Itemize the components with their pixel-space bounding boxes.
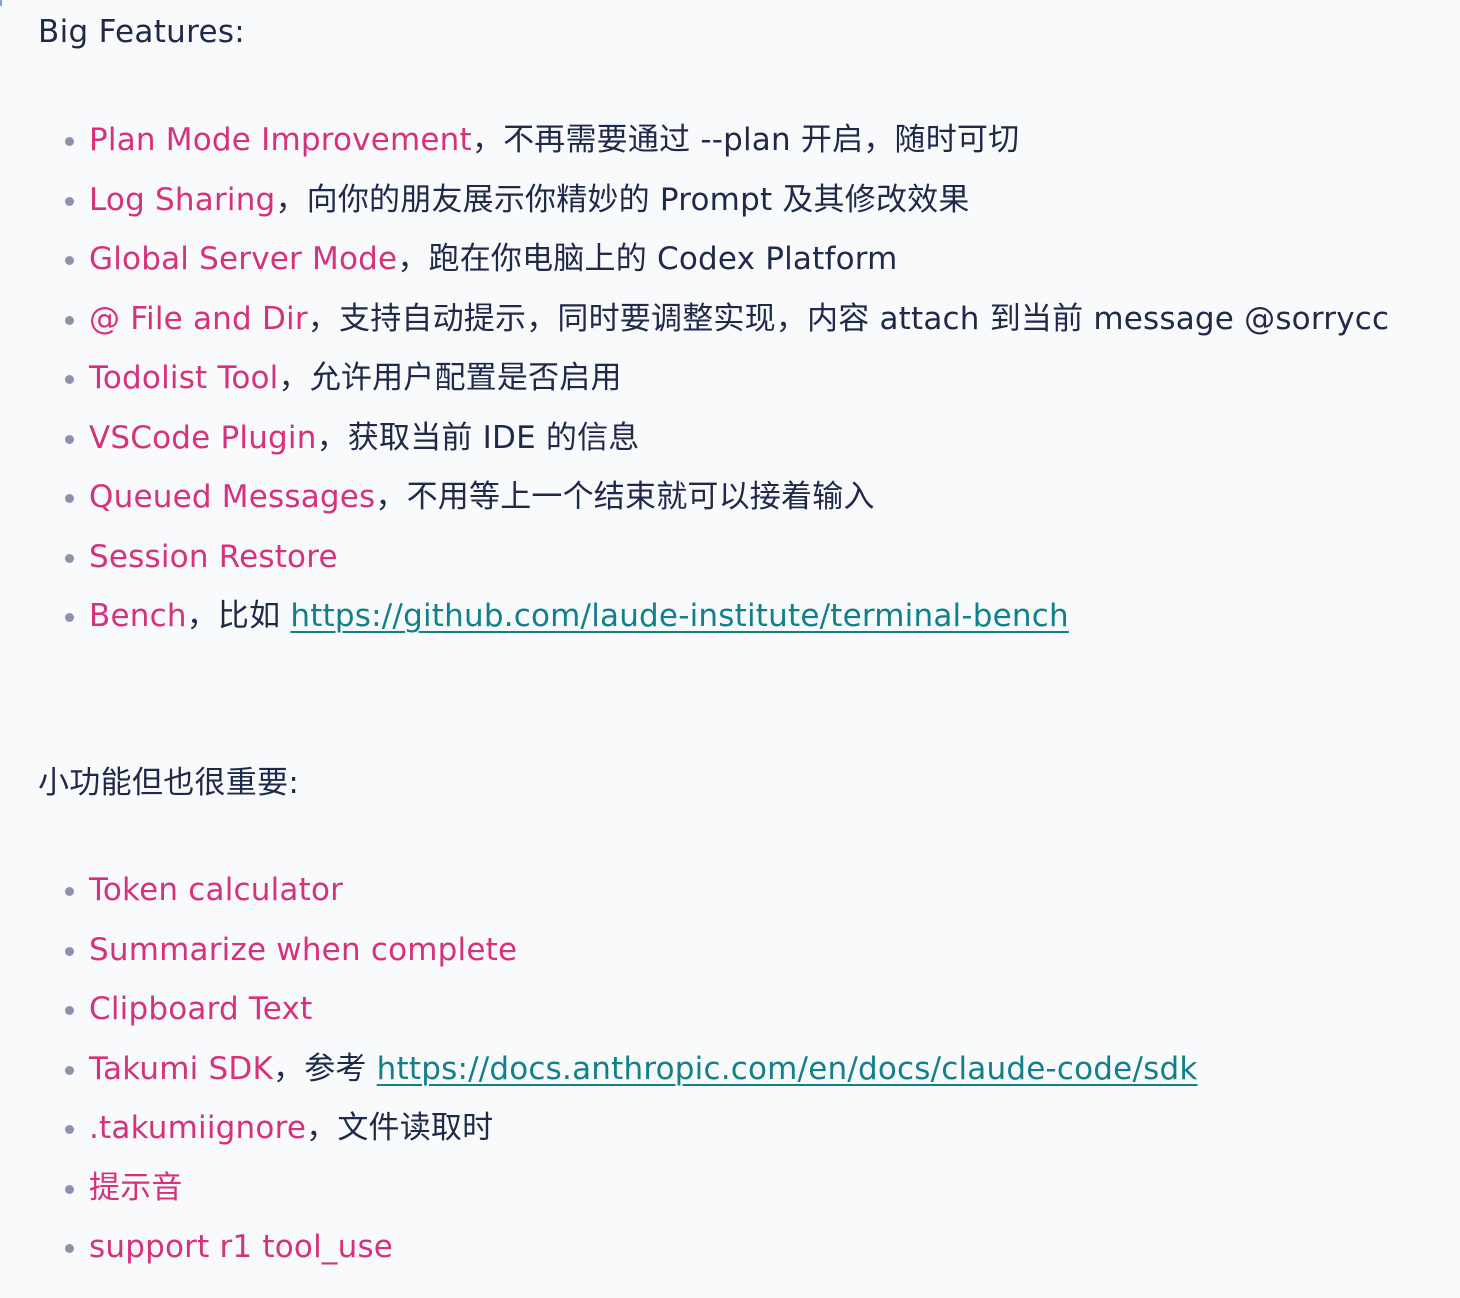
small-features-list: Token calculator Summarize when complete… xyxy=(38,864,1438,1281)
item-description: 不再需要通过 --plan 开启，随时可切 xyxy=(503,122,1020,158)
corner-marker xyxy=(0,0,2,6)
item-separator: ， xyxy=(397,241,429,277)
item-title: @ File and Dir xyxy=(89,300,308,337)
item-title: Log Sharing xyxy=(89,181,276,218)
item-separator: ， xyxy=(306,1110,338,1146)
list-item: Global Server Mode，跑在你电脑上的 Codex Platfor… xyxy=(38,233,1438,286)
item-separator: ， xyxy=(471,122,504,158)
list-item: .takumiignore，文件读取时 xyxy=(38,1102,1438,1155)
item-title: Summarize when complete xyxy=(89,931,518,968)
item-separator: ， xyxy=(186,598,218,634)
item-description: 获取当前 IDE 的信息 xyxy=(347,419,640,456)
item-separator: ， xyxy=(375,479,407,515)
list-item: Log Sharing，向你的朋友展示你精妙的 Prompt 及其修改效果 xyxy=(38,174,1438,227)
item-description: 跑在你电脑上的 Codex Platform xyxy=(428,241,898,277)
list-item: Takumi SDK，参考 https://docs.anthropic.com… xyxy=(38,1043,1438,1096)
big-features-list: Plan Mode Improvement，不再需要通过 --plan 开启，随… xyxy=(38,114,1438,650)
item-title: Session Restore xyxy=(89,538,338,575)
item-title: Queued Messages xyxy=(89,479,376,515)
section-heading-small-features: 小功能但也很重要: xyxy=(38,765,300,801)
bullet-icon xyxy=(65,1184,74,1194)
list-item: Plan Mode Improvement，不再需要通过 --plan 开启，随… xyxy=(38,114,1438,167)
list-item: 提示音 xyxy=(38,1162,1438,1215)
bullet-icon xyxy=(65,315,74,325)
item-separator: ， xyxy=(278,360,310,396)
item-separator: ， xyxy=(273,1050,305,1087)
item-description: 向你的朋友展示你精妙的 Prompt 及其修改效果 xyxy=(306,181,970,218)
terminal-bench-link[interactable]: https://github.com/laude-institute/termi… xyxy=(290,598,1068,634)
item-title: Token calculator xyxy=(89,872,344,908)
list-item: Session Restore xyxy=(38,531,1438,584)
list-item: @ File and Dir，支持自动提示，同时要调整实现，内容 attach … xyxy=(38,293,1438,346)
bullet-icon xyxy=(65,1125,74,1134)
item-description: 不用等上一个结束就可以接着输入 xyxy=(406,479,875,515)
item-title: Todolist Tool xyxy=(89,360,279,396)
item-separator: ， xyxy=(316,419,348,456)
item-title: Clipboard Text xyxy=(89,991,313,1027)
list-item: Bench，比如 https://github.com/laude-instit… xyxy=(38,590,1438,643)
list-item: VSCode Plugin，获取当前 IDE 的信息 xyxy=(38,412,1438,465)
list-item: Clipboard Text xyxy=(38,983,1438,1036)
item-separator: ， xyxy=(275,181,307,218)
bullet-icon xyxy=(65,375,74,384)
bullet-icon xyxy=(65,887,74,896)
item-description: 允许用户配置是否启用 xyxy=(309,360,622,396)
bullet-icon xyxy=(65,1065,74,1075)
list-item: Queued Messages，不用等上一个结束就可以接着输入 xyxy=(38,471,1438,524)
bullet-icon xyxy=(65,1006,74,1015)
bullet-icon xyxy=(65,1244,74,1253)
list-item: support r1 tool_use xyxy=(38,1221,1438,1274)
item-title: Global Server Mode xyxy=(89,241,398,277)
item-description: 参考 xyxy=(304,1050,377,1087)
item-title: 提示音 xyxy=(89,1169,183,1206)
item-separator: ， xyxy=(307,300,339,337)
bullet-icon xyxy=(65,434,74,444)
item-title: support r1 tool_use xyxy=(89,1229,394,1265)
item-title: Takumi SDK xyxy=(89,1050,273,1087)
bullet-icon xyxy=(65,196,74,206)
list-item: Token calculator xyxy=(38,864,1438,917)
item-title: Plan Mode Improvement xyxy=(89,122,472,158)
bullet-icon xyxy=(65,256,74,265)
bullet-icon xyxy=(65,946,74,956)
item-description: 支持自动提示，同时要调整实现，内容 attach 到当前 message @so… xyxy=(339,300,1390,337)
list-item: Summarize when complete xyxy=(38,924,1438,977)
item-title: .takumiignore xyxy=(89,1110,307,1146)
claude-code-sdk-link[interactable]: https://docs.anthropic.com/en/docs/claud… xyxy=(377,1051,1198,1087)
bullet-icon xyxy=(65,553,74,563)
list-item: Todolist Tool，允许用户配置是否启用 xyxy=(38,352,1438,405)
section-heading-big-features: Big Features: xyxy=(38,14,246,50)
bullet-icon xyxy=(65,494,74,503)
item-title: VSCode Plugin xyxy=(89,419,317,456)
item-description: 文件读取时 xyxy=(337,1110,494,1146)
item-description: 比如 xyxy=(217,598,291,634)
bullet-icon xyxy=(65,613,74,622)
item-title: Bench xyxy=(89,598,187,634)
bullet-icon xyxy=(65,137,74,146)
